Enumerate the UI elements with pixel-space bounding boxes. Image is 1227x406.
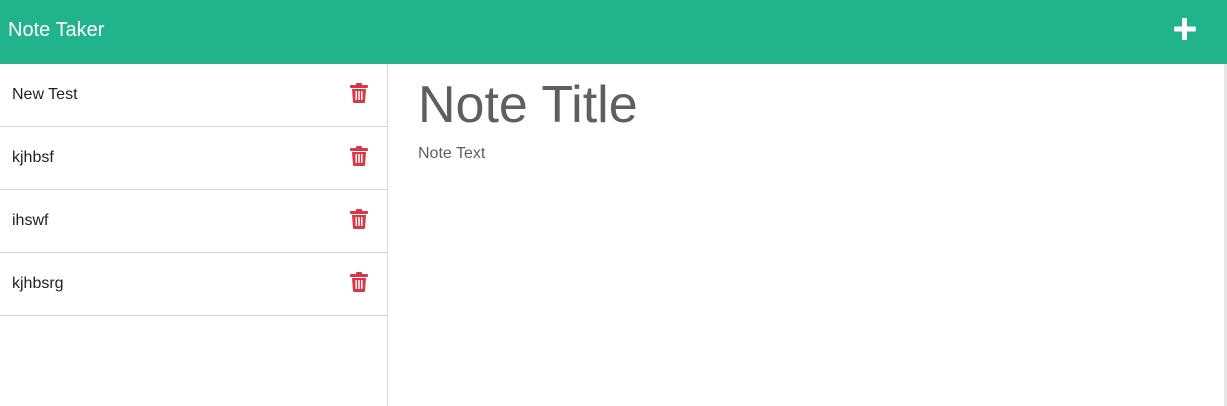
notes-sidebar: New Test kjhbsf ihswf kjhbsrg bbox=[0, 64, 388, 406]
list-item[interactable]: kjhbsf bbox=[0, 127, 387, 190]
new-note-button[interactable] bbox=[1170, 14, 1200, 44]
list-item[interactable]: ihswf bbox=[0, 190, 387, 253]
note-item-title[interactable]: kjhbsrg bbox=[12, 274, 64, 294]
app-title[interactable]: Note Taker bbox=[8, 16, 104, 44]
delete-note-button[interactable] bbox=[350, 83, 368, 103]
list-item[interactable]: New Test bbox=[0, 64, 387, 127]
trash-icon bbox=[350, 272, 368, 292]
note-text-input[interactable] bbox=[418, 144, 1198, 384]
trash-icon bbox=[350, 209, 368, 229]
delete-note-button[interactable] bbox=[350, 146, 368, 166]
delete-note-button[interactable] bbox=[350, 272, 368, 292]
note-editor bbox=[388, 64, 1227, 406]
navbar: Note Taker bbox=[0, 0, 1227, 64]
trash-icon bbox=[350, 83, 368, 103]
delete-note-button[interactable] bbox=[350, 209, 368, 229]
note-item-title[interactable]: ihswf bbox=[12, 211, 48, 231]
trash-icon bbox=[350, 146, 368, 166]
note-title-input[interactable] bbox=[418, 74, 1198, 136]
note-item-title[interactable]: kjhbsf bbox=[12, 148, 54, 168]
note-item-title[interactable]: New Test bbox=[12, 85, 78, 105]
plus-icon bbox=[1174, 18, 1196, 40]
list-item[interactable]: kjhbsrg bbox=[0, 253, 387, 316]
note-list: New Test kjhbsf ihswf kjhbsrg bbox=[0, 64, 387, 316]
